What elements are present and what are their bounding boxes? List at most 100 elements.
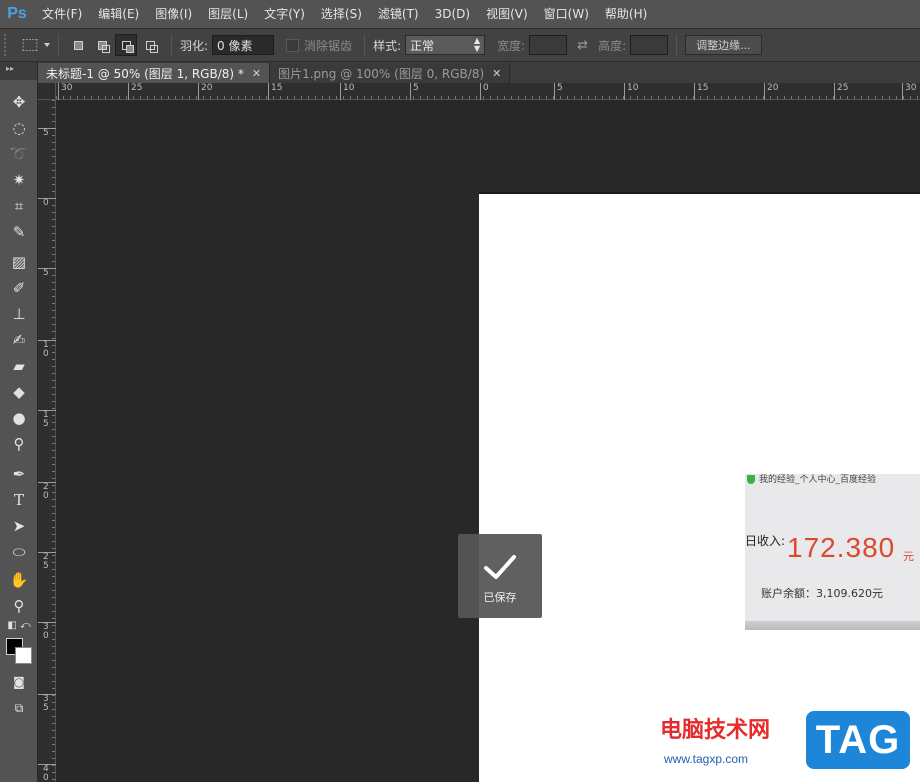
menu-3d[interactable]: 3D(D) xyxy=(427,0,478,28)
divider xyxy=(171,34,172,56)
ruler-tick-label: 25 xyxy=(834,83,848,100)
menu-window[interactable]: 窗口(W) xyxy=(536,0,597,28)
close-icon[interactable]: ✕ xyxy=(252,67,261,80)
ruler-tick-label: 10 xyxy=(624,83,638,100)
chevron-down-icon[interactable] xyxy=(44,43,50,47)
add-selection-button[interactable] xyxy=(91,34,113,56)
ellipse-marquee-icon[interactable]: ◌ xyxy=(0,116,38,140)
antialias-label: 消除锯齿 xyxy=(304,38,353,53)
ruler-tick-label: 15 xyxy=(694,83,708,100)
magic-wand-icon[interactable]: ✷ xyxy=(0,168,38,192)
healing-brush-icon[interactable]: ▨ xyxy=(0,250,38,274)
crop-icon[interactable]: ⌗ xyxy=(0,194,38,218)
brush-icon[interactable]: ✐ xyxy=(0,276,38,300)
options-grip[interactable] xyxy=(4,34,10,56)
swap-colors-icon[interactable]: ◧ ⤺ xyxy=(0,618,38,632)
ruler-tick-label: 5 xyxy=(38,268,56,278)
ellipse-shape-icon[interactable]: ⬭ xyxy=(0,540,38,564)
background-color[interactable] xyxy=(15,647,32,664)
menu-view[interactable]: 视图(V) xyxy=(478,0,536,28)
document-tabs: 未标题-1 @ 50% (图层 1, RGB/8) * ✕ 图片1.png @ … xyxy=(38,62,920,83)
income-amount: 172.380 xyxy=(787,532,896,563)
paint-bucket-icon[interactable]: ◆ xyxy=(0,380,38,404)
menu-help[interactable]: 帮助(H) xyxy=(597,0,655,28)
vertical-ruler[interactable]: 5 0 5 1 0 1 5 2 0 2 5 3 0 3 5 4 0 xyxy=(38,100,56,782)
subtract-selection-button[interactable] xyxy=(115,34,137,56)
menu-select[interactable]: 选择(S) xyxy=(313,0,370,28)
menu-image[interactable]: 图像(I) xyxy=(147,0,200,28)
refine-edge-button[interactable]: 调整边缘... xyxy=(685,35,762,55)
width-label: 宽度: xyxy=(497,38,526,53)
tab-label: 未标题-1 @ 50% (图层 1, RGB/8) * xyxy=(46,66,244,81)
ruler-tick-label: 25 xyxy=(128,83,142,100)
pen-icon[interactable]: ✒ xyxy=(0,462,38,486)
tab-image-1[interactable]: 图片1.png @ 100% (图层 0, RGB/8) ✕ xyxy=(270,63,511,83)
photoshop-logo: Ps xyxy=(7,5,27,22)
ruler-tick-label: 2 0 xyxy=(38,482,56,501)
marquee-preset-icon[interactable] xyxy=(22,39,38,51)
stamp-icon[interactable]: ⊥ xyxy=(0,302,38,326)
menu-layer[interactable]: 图层(L) xyxy=(200,0,256,28)
intersect-selection-icon xyxy=(145,40,158,53)
new-selection-button[interactable] xyxy=(67,34,89,56)
swap-icon[interactable]: ⇄ xyxy=(577,38,588,53)
ruler-tick-label: 0 xyxy=(480,83,489,100)
ruler-tick-label: 5 xyxy=(410,83,419,100)
ruler-tick-label: 30 xyxy=(58,83,72,100)
saved-toast: 已保存 xyxy=(458,534,542,618)
zoom-icon[interactable]: ⚲ xyxy=(0,594,38,618)
height-input[interactable] xyxy=(630,35,669,55)
ruler-origin[interactable] xyxy=(38,83,56,100)
pasted-image-layer[interactable]: 我的经验_个人中心_百度经验 日收入: 172.380 元 账户余额：3,109… xyxy=(745,474,920,630)
menu-file[interactable]: 文件(F) xyxy=(34,0,90,28)
checkmark-icon xyxy=(484,555,516,579)
options-bar: 羽化: 消除锯齿 样式: 正常 ▲▼ 宽度: ⇄ 高度: 调整边缘... xyxy=(0,28,920,62)
hand-icon[interactable]: ✋ xyxy=(0,568,38,592)
canvas-workspace[interactable]: 我的经验_个人中心_百度经验 日收入: 172.380 元 账户余额：3,109… xyxy=(56,100,920,782)
feather-label: 羽化: xyxy=(180,38,209,53)
horizontal-ruler[interactable]: 30 25 20 15 10 5 0 5 10 15 20 25 30 xyxy=(56,83,920,100)
width-input[interactable] xyxy=(529,35,568,55)
move-tool-icon[interactable]: ✥ xyxy=(0,90,38,114)
menu-type[interactable]: 文字(Y) xyxy=(256,0,313,28)
new-selection-icon xyxy=(73,40,83,50)
style-label: 样式: xyxy=(373,38,402,53)
collapse-icon[interactable]: ▸▸ xyxy=(0,62,37,80)
ruler-tick-label: 1 0 xyxy=(38,340,56,359)
lasso-icon[interactable]: ➰ xyxy=(0,142,38,166)
dodge-icon[interactable]: ⚲ xyxy=(0,432,38,456)
style-value: 正常 xyxy=(410,38,435,53)
ruler-tick-label: 20 xyxy=(764,83,778,100)
photo-header-text: 我的经验_个人中心_百度经验 xyxy=(759,475,877,485)
income-label: 日收入: xyxy=(745,534,786,548)
close-icon[interactable]: ✕ xyxy=(492,67,501,80)
eraser-icon[interactable]: ▰ xyxy=(0,354,38,378)
ruler-tick-label: 1 5 xyxy=(38,410,56,429)
path-select-icon[interactable]: ➤ xyxy=(0,514,38,538)
antialias-checkbox[interactable] xyxy=(286,38,300,52)
ruler-tick-label: 4 0 xyxy=(38,764,56,782)
subtract-selection-icon xyxy=(121,40,134,53)
menu-edit[interactable]: 编辑(E) xyxy=(90,0,147,28)
style-select[interactable]: 正常 ▲ ▼ xyxy=(405,35,486,55)
quick-mask-icon[interactable]: ◙ xyxy=(0,670,38,694)
document-canvas[interactable]: 我的经验_个人中心_百度经验 日收入: 172.380 元 账户余额：3,109… xyxy=(479,194,920,782)
shield-icon xyxy=(747,475,755,484)
history-brush-icon[interactable]: ✍ xyxy=(0,328,38,352)
balance-text: 账户余额：3,109.620元 xyxy=(761,587,883,600)
intersect-selection-button[interactable] xyxy=(139,34,161,56)
height-label: 高度: xyxy=(598,38,627,53)
photo-header: 我的经验_个人中心_百度经验 xyxy=(745,474,920,486)
tab-untitled-1[interactable]: 未标题-1 @ 50% (图层 1, RGB/8) * ✕ xyxy=(38,63,271,83)
screen-mode-icon[interactable]: ⧉ xyxy=(0,696,38,720)
eyedropper-icon[interactable]: ✎ xyxy=(0,220,38,244)
watermark-logo: TAG xyxy=(806,711,910,769)
divider xyxy=(58,34,59,56)
color-swatches[interactable] xyxy=(6,638,34,666)
feather-input[interactable] xyxy=(212,35,275,55)
ruler-tick-label: 5 xyxy=(38,128,56,138)
menu-filter[interactable]: 滤镜(T) xyxy=(370,0,427,28)
type-icon[interactable]: T xyxy=(0,488,38,512)
blur-icon[interactable]: ● xyxy=(0,406,38,430)
photo-bottom-strip xyxy=(745,621,920,630)
